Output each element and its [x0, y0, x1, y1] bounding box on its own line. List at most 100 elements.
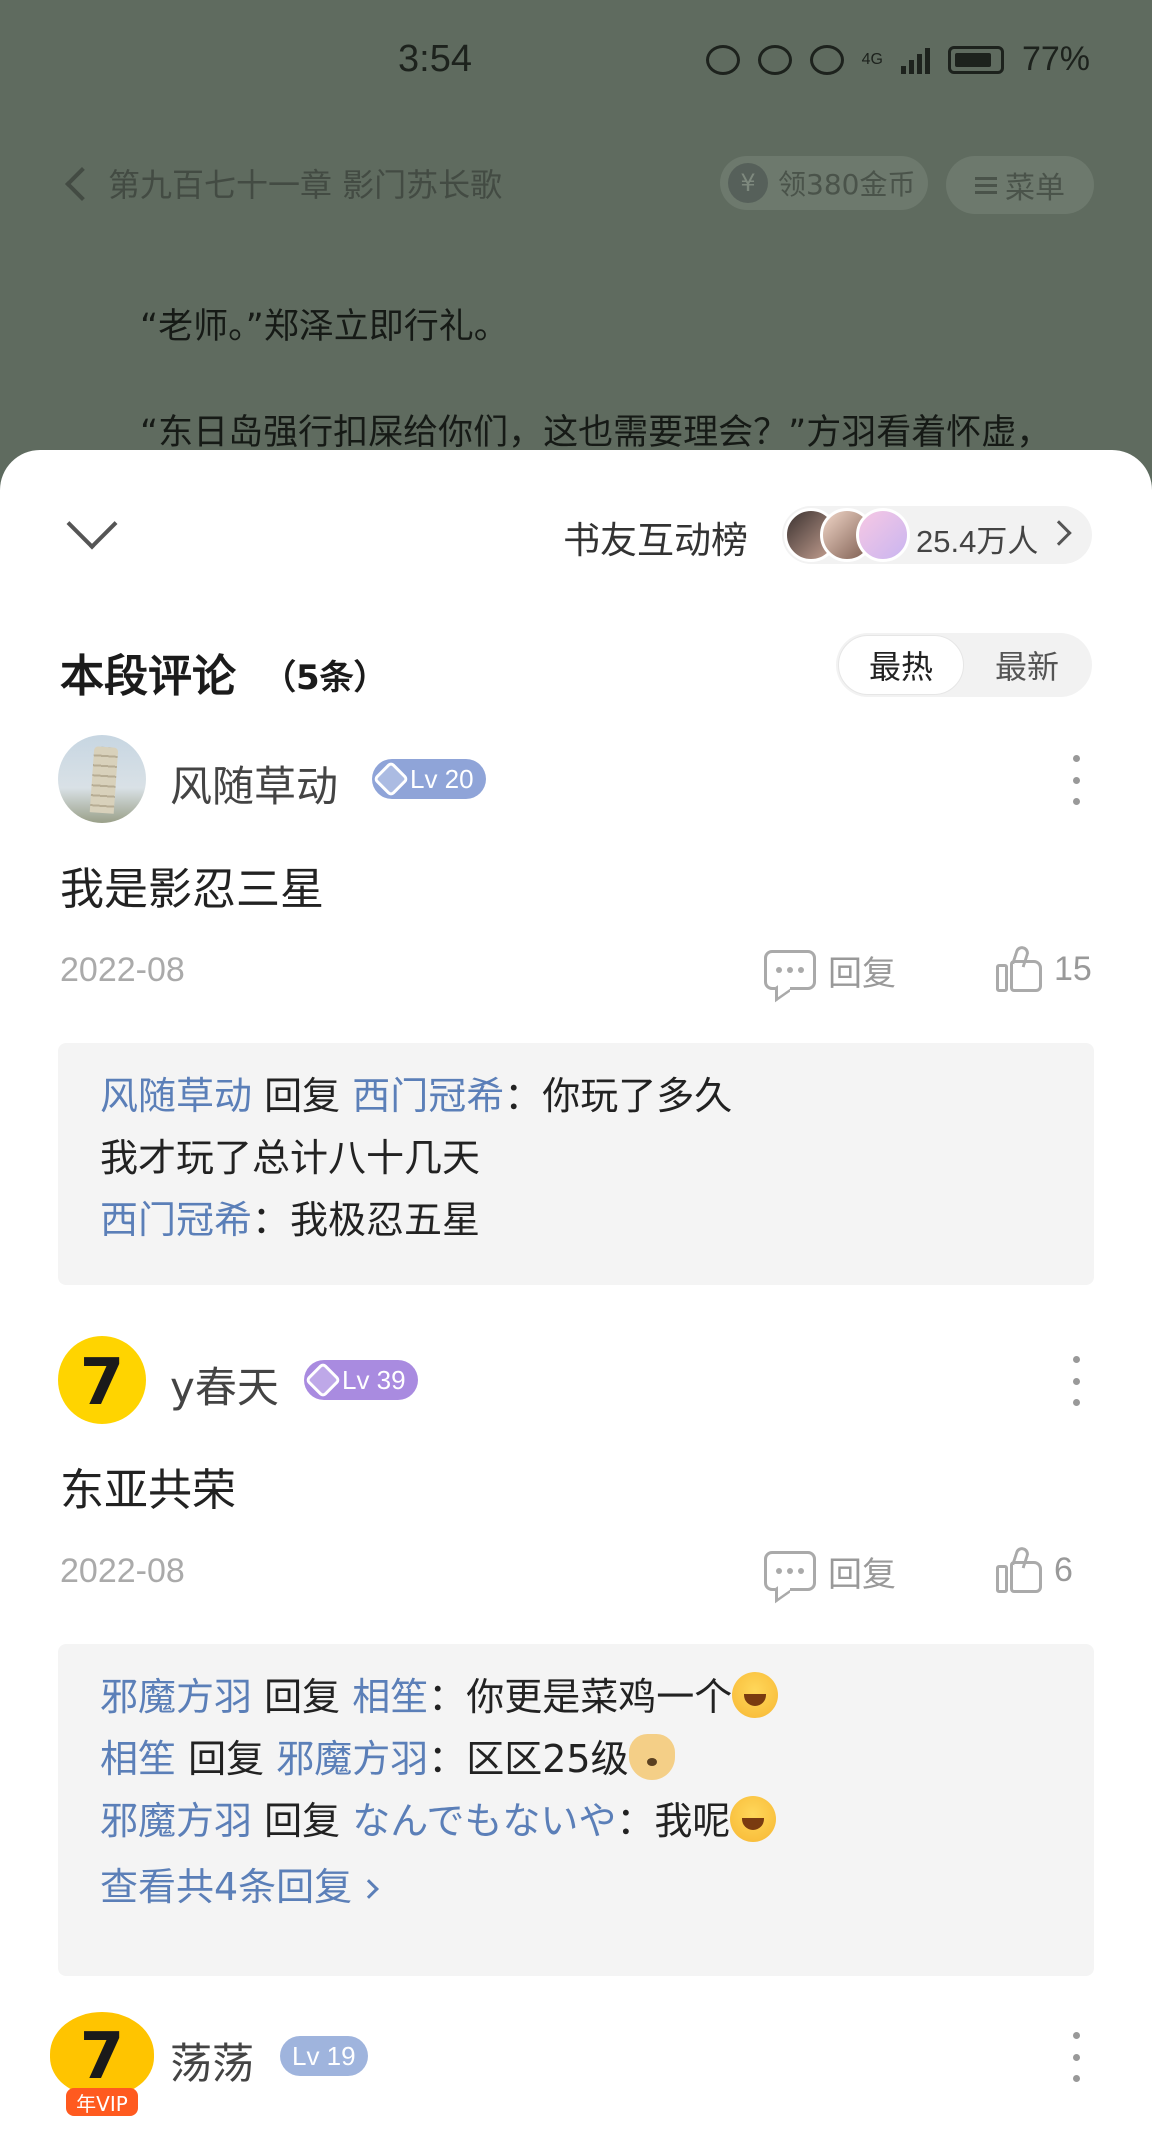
more-options-icon[interactable] — [1064, 2032, 1088, 2082]
vip-badge: 年VIP — [66, 2088, 138, 2116]
leaning-tower-avatar[interactable] — [58, 735, 146, 823]
level-badge: Lv 20 — [372, 759, 486, 799]
reply-separator: ： — [428, 1675, 467, 1719]
reply-separator: ： — [252, 1198, 291, 1242]
like-count: 15 — [1054, 949, 1092, 988]
comment-bubble-icon — [764, 1551, 816, 1591]
like-count: 6 — [1054, 1550, 1073, 1589]
comment-item: 7 年VIP 荡荡 Lv 19 — [0, 2012, 1152, 2134]
comment-date: 2022-08 — [60, 951, 185, 989]
reply-label: 回复 — [828, 953, 896, 994]
ranking-count: 25.4万人 — [916, 524, 1039, 559]
reply-verb: 回复 — [188, 1737, 265, 1781]
reply-target[interactable]: 西门冠希 — [352, 1074, 504, 1118]
menu-icon — [975, 176, 997, 194]
reply-text: 我才玩了总计八十几天 — [100, 1136, 481, 1180]
reply-line[interactable]: 风随草动 回复 西门冠希：你玩了多久 — [100, 1065, 1052, 1127]
level-badge: Lv 19 — [280, 2036, 368, 2076]
reply-target[interactable]: 邪魔方羽 — [276, 1737, 428, 1781]
reply-target[interactable]: なんでもないや — [352, 1799, 616, 1843]
reply-separator: ： — [428, 1737, 467, 1781]
reply-button[interactable]: 回复 — [764, 945, 896, 995]
reader-ranking-title[interactable]: 书友互动榜 — [563, 510, 748, 564]
reply-text: 你更是菜鸡一个 — [466, 1675, 733, 1719]
sort-new-tab[interactable]: 最新 — [964, 635, 1090, 695]
thumbs-up-icon — [996, 944, 1042, 992]
reply-target[interactable]: 相笙 — [352, 1675, 428, 1719]
reply-author[interactable]: 邪魔方羽 — [100, 1799, 252, 1843]
comment-text: 东亚共荣 — [60, 1465, 236, 1516]
reply-author[interactable]: 相笙 — [100, 1737, 176, 1781]
battery-icon — [947, 45, 1004, 74]
reply-line[interactable]: 相笙 回复 邪魔方羽：区区25级 — [100, 1728, 1052, 1790]
mute-bell-icon — [809, 44, 844, 75]
comment-username[interactable]: y春天 — [170, 1354, 279, 1415]
menu-button[interactable]: 菜单 — [946, 156, 1094, 214]
diamond-icon — [372, 760, 410, 798]
comments-sheet: 书友互动榜 25.4万人 本段评论 （5条） 最热 最新 风随草动 Lv 20 … — [0, 450, 1152, 2134]
chevron-down-icon — [66, 498, 118, 550]
comment-username[interactable]: 荡荡 — [170, 2030, 254, 2091]
back-arrow-icon[interactable] — [65, 167, 99, 201]
more-options-icon[interactable] — [1064, 755, 1088, 805]
claim-coins-button[interactable]: ¥ 领380金币 — [720, 156, 928, 210]
comment-item: 风随草动 Lv 20 我是影忍三星 2022-08 回复 15 风随草动 回复 … — [0, 735, 1152, 1295]
reply-text: 你玩了多久 — [542, 1074, 733, 1118]
reply-author[interactable]: 西门冠希 — [100, 1198, 252, 1242]
reply-verb: 回复 — [264, 1675, 341, 1719]
view-all-replies-label: 查看共4条回复 — [100, 1865, 353, 1909]
reply-box[interactable]: 风随草动 回复 西门冠希：你玩了多久 我才玩了总计八十几天 西门冠希：我极忍五星 — [58, 1043, 1094, 1285]
vip-cat-avatar[interactable]: 7 年VIP — [50, 2012, 154, 2116]
novel-paragraph: “东日岛强行扣屎给你们，这也需要理会？”方羽看着怀虚， — [140, 413, 1052, 453]
reply-verb: 回复 — [264, 1799, 341, 1843]
reply-line[interactable]: 邪魔方羽 回复 なんでもないや：我呢 — [100, 1790, 1052, 1852]
laugh-cry-emoji — [730, 1796, 777, 1842]
level-badge: Lv 39 — [304, 1360, 418, 1400]
reply-author[interactable]: 风随草动 — [100, 1074, 252, 1118]
reply-text: 我极忍五星 — [290, 1198, 481, 1242]
comment-username[interactable]: 风随草动 — [170, 753, 338, 814]
chapter-title[interactable]: 第九百七十一章 影门苏长歌 — [108, 160, 502, 206]
like-button[interactable]: 15 — [996, 941, 1092, 997]
reply-box[interactable]: 邪魔方羽 回复 相笙：你更是菜鸡一个 相笙 回复 邪魔方羽：区区25级 邪魔方羽… — [58, 1644, 1094, 1976]
reader-ranking-button[interactable]: 25.4万人 — [782, 506, 1092, 564]
comment-bubble-icon — [764, 950, 816, 990]
section-title: 本段评论 — [60, 651, 236, 702]
reply-label: 回复 — [828, 1554, 896, 1595]
reply-separator: ： — [504, 1074, 543, 1118]
reply-verb: 回复 — [264, 1074, 341, 1118]
black-cat-seven-avatar[interactable]: 7 — [58, 1336, 146, 1424]
menu-label: 菜单 — [1005, 171, 1065, 206]
reply-button[interactable]: 回复 — [764, 1546, 896, 1596]
doge-emoji — [628, 1734, 675, 1780]
view-all-replies-link[interactable]: 查看共4条回复 — [100, 1856, 1052, 1918]
sort-toggle: 最热 最新 — [836, 633, 1092, 697]
network-type: 4G — [861, 50, 883, 68]
reply-separator: ： — [616, 1799, 655, 1843]
reply-author[interactable]: 邪魔方羽 — [100, 1675, 252, 1719]
level-text: Lv 20 — [410, 763, 474, 794]
section-count: （5条） — [262, 658, 388, 698]
eye-comfort-icon — [757, 44, 792, 75]
reply-line[interactable]: 西门冠希：我极忍五星 — [100, 1189, 1052, 1251]
reply-text: 我呢 — [654, 1799, 731, 1843]
chevron-right-icon — [359, 1879, 380, 1899]
level-text: Lv 39 — [342, 1364, 406, 1395]
ranking-avatar — [856, 508, 910, 562]
coin-icon: ¥ — [728, 163, 768, 203]
collapse-sheet-button[interactable] — [60, 498, 124, 554]
more-options-icon[interactable] — [1064, 1356, 1088, 1406]
comment-date: 2022-08 — [60, 1552, 185, 1590]
status-time: 3:54 — [398, 38, 472, 80]
reply-line[interactable]: 邪魔方羽 回复 相笙：你更是菜鸡一个 — [100, 1666, 1052, 1728]
like-button[interactable]: 6 — [996, 1542, 1073, 1598]
comment-text: 我是影忍三星 — [60, 864, 324, 915]
signal-icon — [900, 46, 930, 74]
chevron-right-icon — [1046, 520, 1072, 546]
sort-hot-tab[interactable]: 最热 — [838, 635, 964, 695]
reply-line: 我才玩了总计八十几天 — [100, 1127, 1052, 1189]
reader-background: 3:54 4G 77% 第九百七十一章 影门苏长歌 ¥ 领380金币 菜单 “老… — [0, 0, 1152, 470]
claim-coins-label: 领380金币 — [778, 168, 916, 201]
laugh-cry-emoji — [732, 1672, 779, 1718]
battery-percent: 77% — [1021, 40, 1090, 78]
